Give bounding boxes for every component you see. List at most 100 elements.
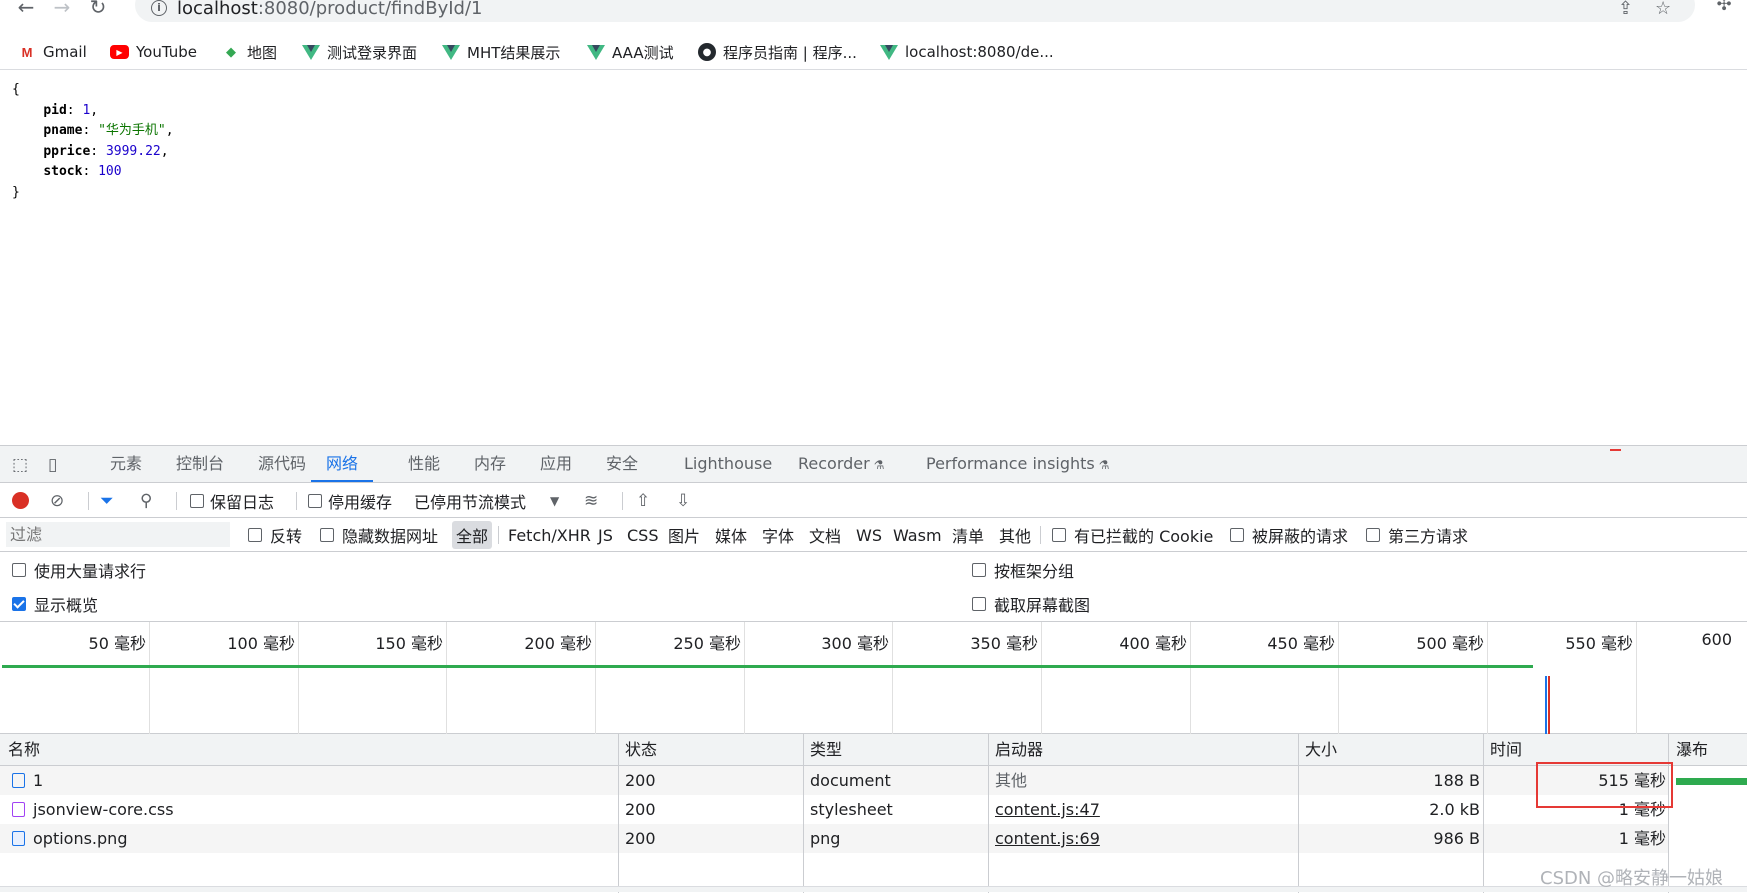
- url-text[interactable]: localhost:8080/product/findById/1: [177, 0, 482, 19]
- hide-data-urls-checkbox[interactable]: 隐藏数据网址: [320, 518, 438, 552]
- tab-network[interactable]: 网络: [311, 446, 374, 482]
- json-key: pprice: [43, 143, 91, 159]
- horizontal-scrollbar[interactable]: [0, 886, 1747, 892]
- url-host: localhost: [177, 0, 258, 19]
- column-header-size[interactable]: 大小: [1305, 734, 1337, 766]
- type-filter-media[interactable]: 媒体: [715, 518, 747, 552]
- column-divider[interactable]: [618, 734, 619, 893]
- tab-elements[interactable]: 元素: [110, 446, 142, 482]
- network-overview-timeline[interactable]: 50 毫秒 100 毫秒 150 毫秒 200 毫秒 250 毫秒 300 毫秒…: [0, 622, 1747, 734]
- tab-application[interactable]: 应用: [540, 446, 572, 482]
- checkbox-box[interactable]: [972, 597, 986, 611]
- forward-arrow-icon[interactable]: →: [48, 0, 76, 18]
- checkbox-box[interactable]: [1052, 528, 1066, 542]
- invert-checkbox[interactable]: 反转: [248, 518, 302, 552]
- tab-lighthouse[interactable]: Lighthouse: [684, 446, 772, 482]
- big-request-rows-checkbox[interactable]: 使用大量请求行: [12, 558, 146, 582]
- table-row[interactable]: 1 200 document 其他 188 B 515 毫秒: [0, 766, 1668, 795]
- column-header-type[interactable]: 类型: [810, 734, 842, 766]
- group-by-frame-checkbox[interactable]: 按框架分组: [972, 558, 1074, 582]
- search-icon[interactable]: ⚲: [140, 483, 152, 518]
- type-filter-ws[interactable]: WS: [856, 518, 882, 552]
- column-header-initiator[interactable]: 启动器: [995, 734, 1043, 766]
- site-info-icon[interactable]: i: [151, 0, 167, 16]
- tab-performance[interactable]: 性能: [408, 446, 440, 482]
- column-divider[interactable]: [1483, 734, 1484, 893]
- preserve-log-checkbox[interactable]: 保留日志: [190, 483, 274, 518]
- column-header-waterfall[interactable]: 瀑布: [1676, 734, 1708, 766]
- divider: [1040, 526, 1041, 544]
- type-filter-img[interactable]: 图片: [668, 518, 700, 552]
- throttling-select[interactable]: 已停用节流模式 ▼: [414, 483, 559, 518]
- table-row[interactable]: jsonview-core.css 200 stylesheet content…: [0, 795, 1668, 824]
- hide-data-urls-label: 隐藏数据网址: [342, 527, 439, 546]
- bookmark-localhost[interactable]: localhost:8080/de...: [880, 38, 1054, 66]
- filter-icon[interactable]: ⏷: [100, 483, 114, 518]
- column-header-name[interactable]: 名称: [8, 734, 40, 766]
- type-filter-fetch-xhr[interactable]: Fetch/XHR: [508, 518, 591, 552]
- tab-console[interactable]: 控制台: [176, 446, 224, 482]
- checkbox-box[interactable]: [12, 563, 26, 577]
- network-conditions-wifi-icon[interactable]: ≋: [584, 483, 598, 518]
- third-party-checkbox[interactable]: 第三方请求: [1366, 518, 1468, 552]
- type-filter-other[interactable]: 其他: [999, 518, 1031, 552]
- overview-tick-label: 50 毫秒: [88, 634, 146, 653]
- device-toolbar-icon[interactable]: ▯: [48, 455, 57, 475]
- bookmark-programmer-guide[interactable]: ● 程序员指南 | 程序...: [698, 38, 857, 66]
- type-filter-wasm[interactable]: Wasm: [893, 518, 942, 552]
- column-header-status[interactable]: 状态: [625, 734, 657, 766]
- column-divider[interactable]: [988, 734, 989, 893]
- checkbox-box[interactable]: [1366, 528, 1380, 542]
- checkbox-box[interactable]: [190, 493, 204, 508]
- tab-security[interactable]: 安全: [606, 446, 638, 482]
- capture-screenshots-checkbox[interactable]: 截取屏幕截图: [972, 592, 1090, 616]
- reload-icon[interactable]: ↻: [84, 0, 112, 18]
- blocked-cookies-checkbox[interactable]: 有已拦截的 Cookie: [1052, 518, 1213, 552]
- type-filter-css[interactable]: CSS: [627, 518, 658, 552]
- bookmark-maps[interactable]: ◆ 地图: [222, 38, 277, 66]
- type-filter-all[interactable]: 全部: [452, 518, 493, 552]
- type-filter-doc[interactable]: 文档: [809, 518, 841, 552]
- bookmark-login-test[interactable]: 测试登录界面: [302, 38, 417, 66]
- tab-recorder[interactable]: Recorder ⚗: [798, 446, 884, 482]
- blocked-requests-checkbox[interactable]: 被屏蔽的请求: [1230, 518, 1348, 552]
- column-divider[interactable]: [803, 734, 804, 893]
- request-initiator-link[interactable]: content.js:47: [995, 795, 1100, 824]
- column-divider[interactable]: [1298, 734, 1299, 893]
- checkbox-box[interactable]: [320, 528, 334, 542]
- disable-cache-checkbox[interactable]: 停用缓存: [308, 483, 392, 518]
- import-har-upload-icon[interactable]: ⇧: [636, 483, 650, 518]
- type-filter-font[interactable]: 字体: [762, 518, 794, 552]
- share-icon[interactable]: ⇪: [1618, 0, 1633, 19]
- back-arrow-icon[interactable]: ←: [12, 0, 40, 18]
- checkbox-box[interactable]: [308, 493, 322, 508]
- clear-icon[interactable]: ⊘: [50, 483, 64, 518]
- checkbox-box-checked[interactable]: [12, 597, 26, 611]
- bookmark-mht-results[interactable]: MHT结果展示: [442, 38, 560, 66]
- column-header-time[interactable]: 时间: [1490, 734, 1522, 766]
- bookmark-gmail[interactable]: M Gmail: [18, 38, 87, 66]
- error-indicator: [1610, 449, 1621, 451]
- checkbox-box[interactable]: [1230, 528, 1244, 542]
- show-overview-checkbox[interactable]: 显示概览: [12, 592, 98, 616]
- bookmark-star-icon[interactable]: ☆: [1655, 0, 1671, 19]
- bookmark-aaa-test[interactable]: AAA测试: [587, 38, 674, 66]
- filter-input[interactable]: [6, 522, 230, 547]
- tab-sources[interactable]: 源代码: [258, 446, 306, 482]
- tab-memory[interactable]: 内存: [474, 446, 506, 482]
- type-filter-js[interactable]: JS: [598, 518, 613, 552]
- table-row[interactable]: options.png 200 png content.js:69 986 B …: [0, 824, 1668, 853]
- checkbox-box[interactable]: [972, 563, 986, 577]
- inspect-element-icon[interactable]: ⬚: [12, 455, 28, 475]
- address-bar[interactable]: i localhost:8080/product/findById/1 ⇪ ☆: [135, 0, 1695, 22]
- extensions-puzzle-icon[interactable]: ✣: [1710, 0, 1738, 16]
- json-key: pname: [43, 123, 83, 138]
- tab-performance-insights[interactable]: Performance insights ⚗: [926, 446, 1110, 482]
- record-button[interactable]: [12, 483, 29, 518]
- checkbox-box[interactable]: [248, 528, 262, 542]
- type-filter-manifest[interactable]: 清单: [952, 518, 984, 552]
- bookmark-youtube[interactable]: ▶ YouTube: [110, 38, 197, 66]
- export-har-download-icon[interactable]: ⇩: [676, 483, 690, 518]
- vue-icon: [880, 44, 898, 60]
- request-initiator-link[interactable]: content.js:69: [995, 824, 1100, 853]
